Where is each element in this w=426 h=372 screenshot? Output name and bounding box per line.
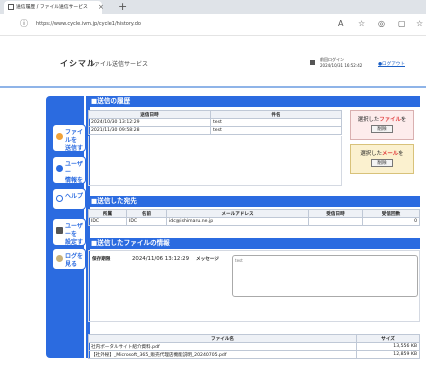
tab-close-button[interactable]: × bbox=[98, 3, 104, 11]
table-cell: 社内ポータルサイト紹介資料.pdf bbox=[88, 342, 357, 351]
bookmark-icon[interactable]: ☆ bbox=[416, 19, 423, 29]
table-row[interactable]: 社内ポータルサイト紹介資料.pdf 13,556 KB bbox=[88, 342, 420, 351]
table-cell: 0 bbox=[362, 217, 420, 226]
send-icon bbox=[56, 133, 63, 140]
delete-mail-button[interactable]: 削除 bbox=[371, 159, 393, 167]
star-icon[interactable]: ☆ bbox=[358, 19, 365, 29]
last-login-time: 2024/10/31 16:52:42 bbox=[320, 63, 363, 68]
table-cell bbox=[308, 217, 363, 226]
logout-label: ログアウト bbox=[382, 62, 405, 67]
log-icon bbox=[56, 255, 63, 262]
table-row[interactable]: 2024/10/30 13:12:29 test bbox=[88, 118, 342, 127]
sidebar-item-logs[interactable]: ログを見る bbox=[52, 248, 86, 270]
recipients-section-title: ■送信した宛先 bbox=[88, 196, 420, 207]
table-header-row: 所属 名前 メールアドレス 受信日時 受信回数 bbox=[88, 209, 420, 218]
table-cell: 2024/10/30 13:12:29 bbox=[88, 118, 211, 127]
table-header-row: 送信日時 件名 bbox=[88, 110, 342, 119]
table-cell: test bbox=[210, 126, 342, 135]
delete-file-button[interactable]: 削除 bbox=[371, 125, 393, 133]
login-icon bbox=[310, 60, 315, 65]
history-table-empty-area bbox=[88, 136, 342, 186]
table-cell: 【社外秘】_Microsoft_365_販売代理店機能説明_20240705.p… bbox=[88, 350, 357, 359]
url-field[interactable]: https://www.cycle.ivm.jp/cycle1/history.… bbox=[36, 19, 141, 29]
table-cell: IDC bbox=[126, 217, 167, 226]
history-section-title: ■送信の履歴 bbox=[88, 96, 420, 107]
table-cell: 2021/11/30 09:58:28 bbox=[88, 126, 211, 135]
column-header: 受信回数 bbox=[362, 209, 420, 218]
service-name: ファイル送信サービス bbox=[88, 61, 149, 68]
profile-icon[interactable]: ◎ bbox=[378, 19, 385, 29]
expiry-label: 保存期限 bbox=[92, 257, 111, 262]
message-label: メッセージ bbox=[196, 257, 219, 262]
sidebar-item-user-info[interactable]: ユーザー 情報を見る bbox=[52, 156, 86, 192]
logout-link[interactable]: ●ログアウト bbox=[378, 61, 405, 67]
message-field[interactable]: test bbox=[232, 255, 418, 297]
site-info-icon[interactable]: ⓘ bbox=[20, 19, 28, 29]
last-login: 前回ログイン 2024/10/31 16:52:42 bbox=[320, 57, 362, 69]
sidebar-item-label: ヘルプ bbox=[65, 193, 84, 200]
user-settings-icon bbox=[56, 227, 63, 234]
info-icon bbox=[56, 165, 63, 172]
table-cell: 13,556 KB bbox=[356, 342, 420, 351]
extensions-icon[interactable]: ▢ bbox=[398, 19, 406, 29]
column-header: 所属 bbox=[88, 209, 127, 218]
tab-title: 送信履歴 / ファイル送信サービス bbox=[16, 5, 88, 10]
table-cell: IDC bbox=[88, 217, 127, 226]
translate-icon[interactable]: A bbox=[338, 19, 343, 29]
files-section-title: ■送信したファイルの情報 bbox=[88, 238, 420, 249]
delete-file-text: 選択したファイルを bbox=[357, 117, 407, 123]
sidebar-item-help[interactable]: ヘルプ bbox=[52, 188, 86, 210]
sidebar-item-user-settings[interactable]: ユーザーを 設定する bbox=[52, 218, 86, 254]
column-header: 名前 bbox=[126, 209, 167, 218]
column-header: 送信日時 bbox=[88, 110, 211, 119]
sidebar-item-send-file[interactable]: ファイルを 送信する bbox=[52, 124, 86, 160]
delete-mail-box: 選択したメールを 削除 bbox=[350, 144, 414, 174]
browser-tab[interactable]: 送信履歴 / ファイル送信サービス bbox=[4, 1, 102, 14]
file-table: ファイル名 サイズ 社内ポータルサイト紹介資料.pdf 13,556 KB 【社… bbox=[88, 334, 420, 359]
table-row[interactable]: 【社外秘】_Microsoft_365_販売代理店機能説明_20240705.p… bbox=[88, 350, 420, 359]
delete-mail-text: 選択したメールを bbox=[360, 151, 404, 157]
history-table: 送信日時 件名 2024/10/30 13:12:29 test 2021/11… bbox=[88, 110, 342, 135]
table-cell: test bbox=[210, 118, 342, 127]
expiry-value: 2024/11/06 13:12:29 bbox=[132, 256, 189, 262]
new-tab-button[interactable]: + bbox=[118, 1, 127, 13]
table-row[interactable]: 2021/11/30 09:58:28 test bbox=[88, 126, 342, 135]
help-icon bbox=[56, 195, 63, 202]
column-header: 件名 bbox=[210, 110, 342, 119]
column-header: 受信日時 bbox=[308, 209, 363, 218]
table-row[interactable]: IDC IDC idc@ishimaru.ne.jp 0 bbox=[88, 217, 420, 226]
sidebar-item-label: ログを見る bbox=[65, 253, 84, 268]
page-icon bbox=[8, 3, 14, 10]
table-header-row: ファイル名 サイズ bbox=[88, 334, 420, 343]
page-header bbox=[0, 50, 426, 88]
column-header: サイズ bbox=[356, 334, 420, 343]
recipients-table: 所属 名前 メールアドレス 受信日時 受信回数 IDC IDC idc@ishi… bbox=[88, 209, 420, 226]
delete-file-box: 選択したファイルを 削除 bbox=[350, 110, 414, 140]
column-header: メールアドレス bbox=[166, 209, 309, 218]
column-header: ファイル名 bbox=[88, 334, 357, 343]
table-cell: idc@ishimaru.ne.jp bbox=[166, 217, 309, 226]
table-cell: 12,859 KB bbox=[356, 350, 420, 359]
